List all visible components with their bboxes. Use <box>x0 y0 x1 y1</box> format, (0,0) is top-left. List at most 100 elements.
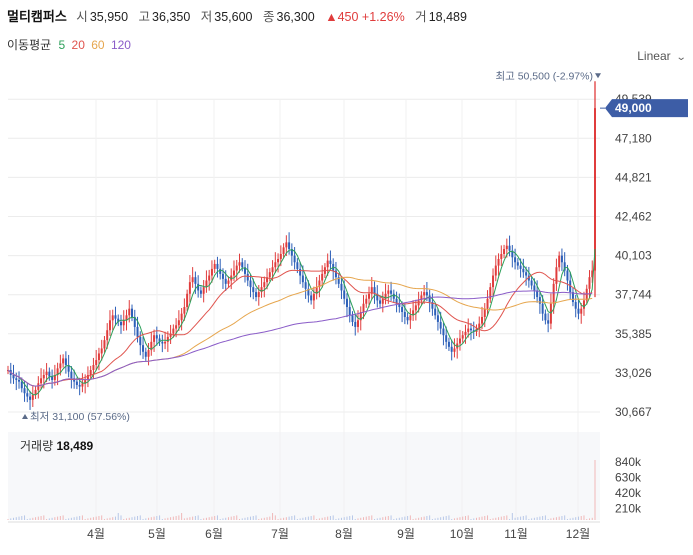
volume-bar <box>139 515 141 520</box>
volume-bar <box>462 516 464 520</box>
volume-bar <box>368 516 370 520</box>
volume-bar <box>181 513 183 520</box>
volume-bar <box>79 516 81 520</box>
candle-body <box>558 255 561 268</box>
volume-bar <box>299 518 301 520</box>
volume-bar <box>387 516 389 520</box>
candle-body <box>81 383 84 387</box>
volume-bar <box>90 517 92 520</box>
candle-body <box>401 307 404 313</box>
volume-bar <box>98 516 100 520</box>
candle-body <box>29 396 32 400</box>
volume-bar <box>178 515 180 520</box>
candle-body <box>436 315 439 322</box>
candle-body <box>577 308 580 314</box>
volume-bar <box>145 518 147 520</box>
volume-bar <box>385 516 387 520</box>
x-tick-label: 10월 <box>450 527 474 541</box>
volume-bar <box>564 515 566 520</box>
volume-bar <box>258 519 260 520</box>
volume-bar <box>261 518 263 520</box>
candle-body <box>453 348 456 352</box>
volume-bar <box>503 516 505 520</box>
volume-bar <box>134 516 136 520</box>
volume-bar <box>156 516 158 520</box>
candle-body <box>368 293 371 299</box>
candle-body <box>114 315 117 319</box>
price-chart[interactable]: 30,667 33,026 35,385 37,744 40,103 42,462 44,8… <box>0 0 693 555</box>
candle-body <box>15 378 18 380</box>
volume-bar <box>511 513 513 520</box>
candle-body <box>62 358 65 364</box>
candle-body <box>232 270 235 276</box>
candle-body <box>64 358 67 366</box>
volume-bar <box>313 515 315 520</box>
candle-body <box>128 308 131 316</box>
volume-bar <box>294 515 296 520</box>
volume-bar <box>318 518 320 520</box>
volume-bar <box>233 516 235 520</box>
volume-bar <box>517 517 519 520</box>
volume-bar <box>269 516 271 520</box>
volume-bar <box>197 515 199 520</box>
volume-bar <box>225 517 227 520</box>
volume-bar <box>404 516 406 520</box>
volume-bar <box>569 518 571 520</box>
volume-bar <box>542 516 544 520</box>
volume-panel <box>8 432 600 520</box>
candle-body <box>263 282 266 288</box>
volume-bar <box>175 516 177 520</box>
volume-bar <box>332 515 334 520</box>
candle-body <box>486 298 489 309</box>
volume-bar <box>393 519 395 520</box>
volume-bar <box>407 516 409 520</box>
volume-bar <box>296 519 298 520</box>
volume-bar <box>137 516 139 520</box>
volume-bar <box>495 517 497 520</box>
volume-bar <box>434 518 436 520</box>
volume-bar <box>442 516 444 520</box>
candle-body <box>293 255 296 263</box>
candle-body <box>45 371 48 375</box>
volume-bar <box>236 515 238 520</box>
candle-body <box>227 280 230 284</box>
volume-bar <box>159 515 161 520</box>
candle-body <box>362 303 365 313</box>
volume-bar <box>374 519 376 520</box>
candle-body <box>12 374 15 379</box>
candle-body <box>514 257 517 263</box>
candle-body <box>191 277 194 283</box>
candle-body <box>202 287 205 294</box>
volume-bar <box>208 517 210 520</box>
volume-bar <box>51 517 53 520</box>
volume-panel-label: 거래량 18,489 <box>20 437 93 454</box>
max-annotation: 최고 50,500 (-2.97%) <box>495 70 593 82</box>
candle-body <box>574 302 577 309</box>
candle-body <box>78 384 81 387</box>
volume-title: 거래량 <box>20 439 54 453</box>
volume-bar <box>500 516 502 520</box>
candle-body <box>235 265 238 271</box>
volume-title-value: 18,489 <box>56 439 94 453</box>
volume-bar <box>586 519 588 520</box>
volume-bar <box>76 516 78 520</box>
volume-bar <box>346 516 348 520</box>
x-tick-label: 4월 <box>87 527 105 541</box>
volume-bar <box>473 518 475 520</box>
candle-body <box>469 328 472 331</box>
volume-bar <box>161 519 163 520</box>
volume-bar <box>354 519 356 520</box>
candle-body <box>161 341 164 344</box>
candle-body <box>544 313 547 321</box>
volume-bar <box>172 516 174 520</box>
candle-body <box>252 287 255 293</box>
volume-bar <box>73 517 75 520</box>
candle-body <box>75 381 78 385</box>
volume-bar <box>409 515 411 520</box>
volume-bar <box>418 517 420 520</box>
candle-body <box>172 328 175 334</box>
candle-body <box>255 292 258 298</box>
volume-bar <box>588 518 590 520</box>
candle-body <box>246 273 249 281</box>
volume-bar <box>365 516 367 520</box>
